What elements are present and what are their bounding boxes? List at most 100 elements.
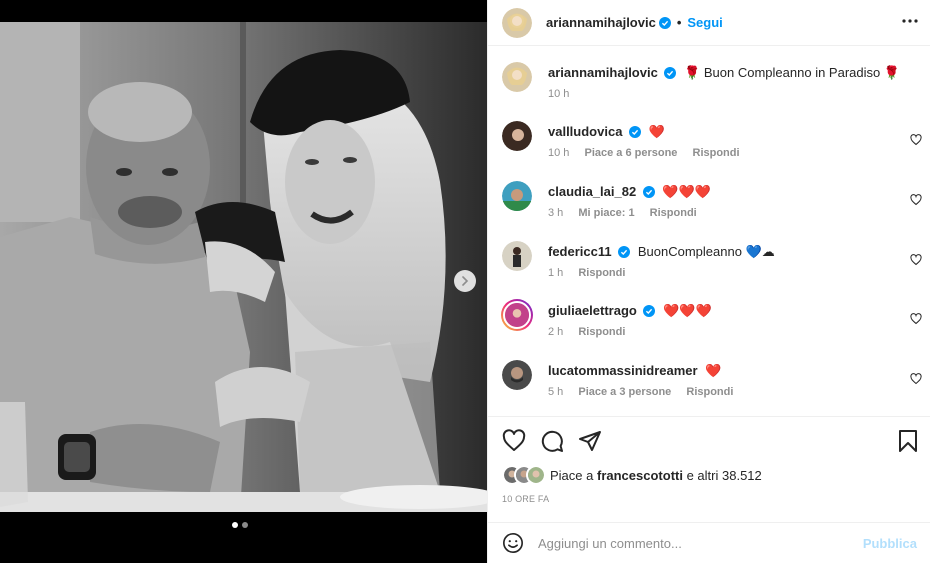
photo-illustration [0, 22, 487, 512]
post-photo[interactable] [0, 22, 487, 512]
avatar-image [502, 62, 532, 92]
like-heart-icon [910, 313, 922, 325]
comment-username[interactable]: claudia_lai_82 [548, 184, 636, 199]
reply-button[interactable]: Rispondi [578, 267, 625, 279]
author-username[interactable]: ariannamihajlovic [546, 15, 656, 30]
commenter-avatar[interactable] [502, 121, 532, 151]
save-button[interactable] [897, 429, 919, 453]
like-heart-icon [910, 373, 922, 385]
comment-row: claudia_lai_82 ❤️❤️❤️ 3 h Mi piace: 1 Ri… [502, 181, 922, 231]
comment-likes-count[interactable]: Piace a 6 persone [584, 147, 677, 159]
post-media [0, 0, 487, 563]
caption: ariannamihajlovic 🌹 Buon Compleanno in P… [502, 62, 922, 112]
comment-like-button[interactable] [910, 373, 922, 388]
reply-button[interactable]: Rispondi [686, 386, 733, 398]
caption-avatar[interactable] [502, 62, 532, 92]
post-header: ariannamihajlovic • Segui [488, 0, 930, 46]
carousel-dot-active [232, 522, 238, 528]
comment-username[interactable]: lucatommassinidreamer [548, 363, 698, 378]
post-actions: Piace a francescototti e altri 38.512 10… [488, 416, 930, 522]
likes-prefix: Piace a [550, 467, 594, 483]
verified-badge-icon [643, 305, 656, 317]
comment-like-button[interactable] [910, 254, 922, 269]
like-heart-icon [910, 254, 922, 266]
more-options-icon [902, 19, 918, 23]
like-heart-icon [910, 134, 922, 146]
liker-avatars [502, 465, 546, 485]
comment-row: giuliaelettrago ❤️❤️❤️ 2 h Rispondi [501, 299, 922, 350]
verified-badge-icon [664, 67, 677, 79]
post-details-panel: ariannamihajlovic • Segui ariannamihajlo… [487, 0, 930, 563]
likes-others[interactable]: e altri 38.512 [687, 468, 762, 483]
reply-button[interactable]: Rispondi [693, 147, 740, 159]
share-icon [579, 431, 601, 451]
comment-time: 1 h [548, 267, 564, 279]
comments-list[interactable]: ariannamihajlovic 🌹 Buon Compleanno in P… [488, 47, 930, 415]
like-button[interactable] [502, 429, 526, 453]
caption-username[interactable]: ariannamihajlovic [548, 65, 658, 80]
avatar-image [502, 241, 532, 271]
like-heart-icon [502, 429, 526, 451]
avatar-image [502, 181, 532, 211]
reply-button[interactable]: Rispondi [650, 207, 697, 219]
carousel-next-button[interactable] [454, 270, 476, 292]
verified-badge-icon [642, 186, 655, 198]
more-options-button[interactable] [901, 12, 919, 33]
comment-row: federicc11 BuonCompleanno 💙☁ 1 h Rispond… [502, 241, 922, 291]
commenter-avatar[interactable] [502, 181, 532, 211]
carousel-dot [242, 522, 248, 528]
comment-row: vallludovica ❤️ 10 h Piace a 6 persone R… [502, 121, 922, 171]
follow-button[interactable]: Segui [687, 15, 722, 30]
comment-likes-count[interactable]: Piace a 3 persone [578, 386, 671, 398]
commenter-avatar[interactable] [502, 241, 532, 271]
comment-text: ❤️❤️❤️ [662, 184, 711, 199]
comment-like-button[interactable] [910, 313, 922, 328]
likes-summary[interactable]: Piace a francescototti e altri 38.512 [502, 465, 762, 485]
comment-row: lucatommassinidreamer ❤️ 5 h Piace a 3 p… [502, 360, 922, 410]
add-comment-bar: Pubblica [488, 522, 930, 563]
bookmark-icon [899, 430, 917, 452]
comment-button[interactable] [540, 429, 564, 453]
likes-user[interactable]: francescototti [597, 468, 683, 483]
comment-time: 3 h [548, 207, 564, 219]
comment-time: 2 h [548, 326, 564, 338]
verified-badge-icon [658, 16, 671, 29]
comment-like-button[interactable] [910, 134, 922, 149]
caption-time: 10 h [548, 88, 570, 100]
comment-username[interactable]: giuliaelettrago [548, 303, 637, 318]
post-timestamp[interactable]: 10 ORE FA [502, 494, 549, 504]
like-heart-icon [910, 194, 922, 206]
comment-text: BuonCompleanno 💙☁ [637, 244, 775, 259]
verified-badge-icon [618, 246, 631, 258]
caption-emoji-rose: 🌹 [883, 65, 901, 80]
header-separator: • [676, 15, 682, 30]
comment-input[interactable] [538, 535, 858, 551]
comment-likes-count[interactable]: Mi piace: 1 [578, 207, 634, 219]
caption-emoji-rose: 🌹 [684, 65, 701, 80]
emoji-button[interactable] [502, 532, 524, 554]
avatar-image [502, 360, 532, 390]
comment-username[interactable]: federicc11 [548, 244, 612, 259]
commenter-avatar[interactable] [502, 360, 532, 390]
comment-text: ❤️ [705, 363, 722, 378]
liker-avatar [526, 465, 546, 485]
comment-like-button[interactable] [910, 194, 922, 209]
share-button[interactable] [578, 429, 602, 453]
commenter-avatar-story-ring[interactable] [501, 299, 533, 331]
avatar-image [503, 301, 531, 329]
comment-icon [541, 430, 563, 452]
publish-button[interactable]: Pubblica [863, 536, 917, 551]
verified-badge-icon [629, 126, 642, 138]
comment-time: 10 h [548, 147, 570, 159]
comment-text: ❤️❤️❤️ [663, 303, 712, 318]
comment-text: ❤️ [648, 124, 665, 139]
comment-username[interactable]: vallludovica [548, 124, 622, 139]
carousel-next-icon [462, 276, 469, 286]
author-avatar[interactable] [502, 7, 532, 38]
avatar-image [502, 7, 532, 38]
reply-button[interactable]: Rispondi [578, 326, 625, 338]
avatar-image [502, 121, 532, 151]
carousel-indicator [232, 522, 248, 528]
avatar-image [528, 467, 544, 483]
caption-text: Buon Compleanno in Paradiso [703, 65, 881, 80]
